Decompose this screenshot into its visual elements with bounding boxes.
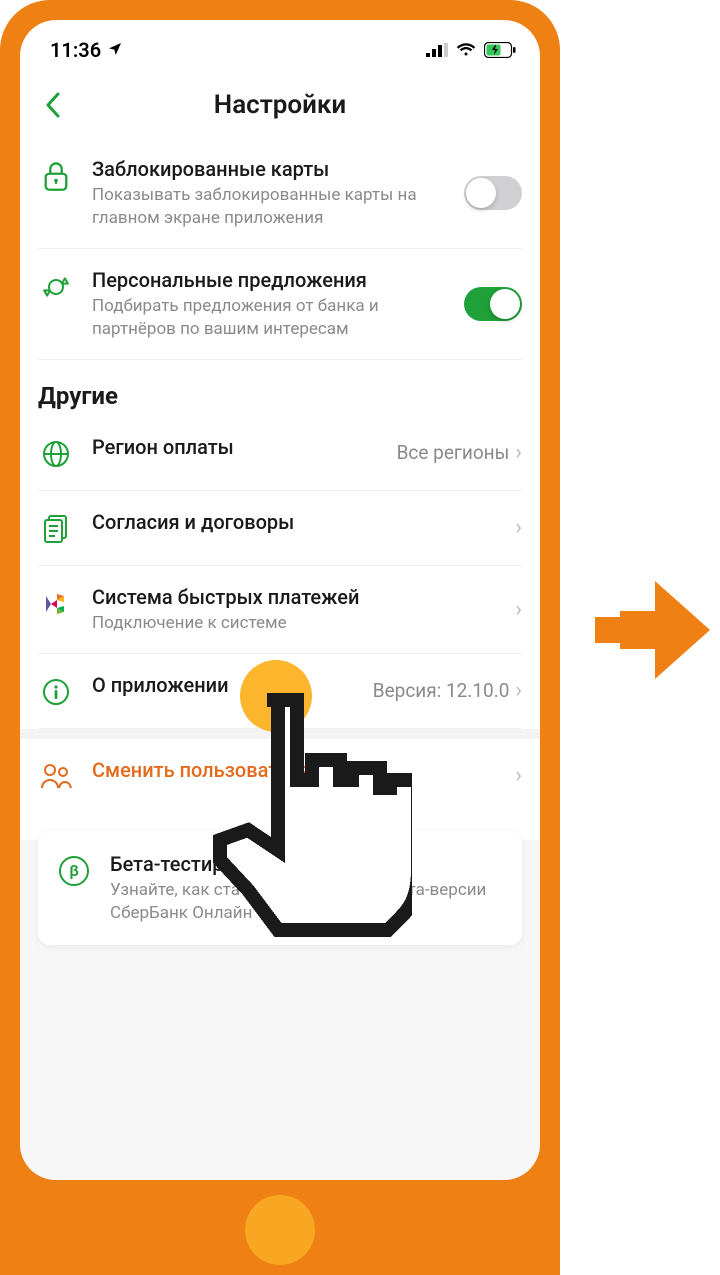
svg-text:β: β [69,861,79,880]
location-icon [107,38,123,62]
setting-personal-offers-sub: Подбирать предложения от банка и партнёр… [92,295,446,341]
phone-frame: 11:36 Настройки [0,0,560,1275]
setting-personal-offers[interactable]: Персональные предложения Подбирать предл… [38,249,522,360]
setting-sbp[interactable]: Система быстрых платежей Подключение к с… [38,566,522,654]
chevron-right-icon: › [515,763,522,788]
setting-blocked-cards[interactable]: Заблокированные карты Показывать заблоки… [38,138,522,249]
setting-agreements[interactable]: Согласия и договоры › [38,491,522,566]
section-other-title: Другие [38,360,522,416]
candy-icon [38,269,74,305]
chevron-right-icon: › [515,440,522,465]
next-arrow-icon [595,575,715,689]
beta-card-sub: Узнайте, как стать пользователем бета-ве… [110,879,504,925]
setting-change-user[interactable]: Сменить пользователя › [38,739,522,813]
setting-payment-region-value: Все регионы [397,441,510,464]
tap-highlight [240,660,312,732]
status-bar: 11:36 [20,20,540,72]
page-title: Настройки [20,90,540,120]
lock-icon [38,158,74,194]
setting-blocked-cards-title: Заблокированные карты [92,156,446,182]
setting-about-app-value: Версия: 12.10.0 [373,679,510,702]
setting-about-app-title: О приложении [92,672,355,698]
setting-agreements-title: Согласия и договоры [92,509,497,535]
app-screen: 11:36 Настройки [20,20,540,1180]
signal-icon [426,38,448,62]
battery-charging-icon [484,42,516,58]
documents-icon [38,511,74,547]
chevron-right-icon: › [515,515,522,540]
chevron-right-icon: › [515,678,522,703]
globe-icon [38,436,74,472]
setting-change-user-title: Сменить пользователя [92,757,497,783]
wifi-icon [456,38,476,62]
setting-payment-region[interactable]: Регион оплаты Все регионы › [38,416,522,491]
toggle-blocked-cards[interactable] [464,176,522,210]
setting-personal-offers-title: Персональные предложения [92,267,446,293]
status-time: 11:36 [50,38,101,62]
content-area: Заблокированные карты Показывать заблоки… [20,138,540,945]
beta-card-title: Бета-тестирование [110,851,504,877]
info-icon [38,674,74,710]
nav-header: Настройки [20,72,540,138]
beta-testing-card[interactable]: β Бета-тестирование Узнайте, как стать п… [38,831,522,945]
phone-home-button [245,1195,315,1265]
toggle-personal-offers[interactable] [464,287,522,321]
users-icon [38,759,74,795]
setting-sbp-sub: Подключение к системе [92,612,497,635]
beta-icon: β [56,853,92,889]
sbp-icon [38,586,74,622]
chevron-right-icon: › [515,597,522,622]
setting-blocked-cards-sub: Показывать заблокированные карты на глав… [92,184,446,230]
setting-sbp-title: Система быстрых платежей [92,584,497,610]
setting-payment-region-title: Регион оплаты [92,434,379,460]
